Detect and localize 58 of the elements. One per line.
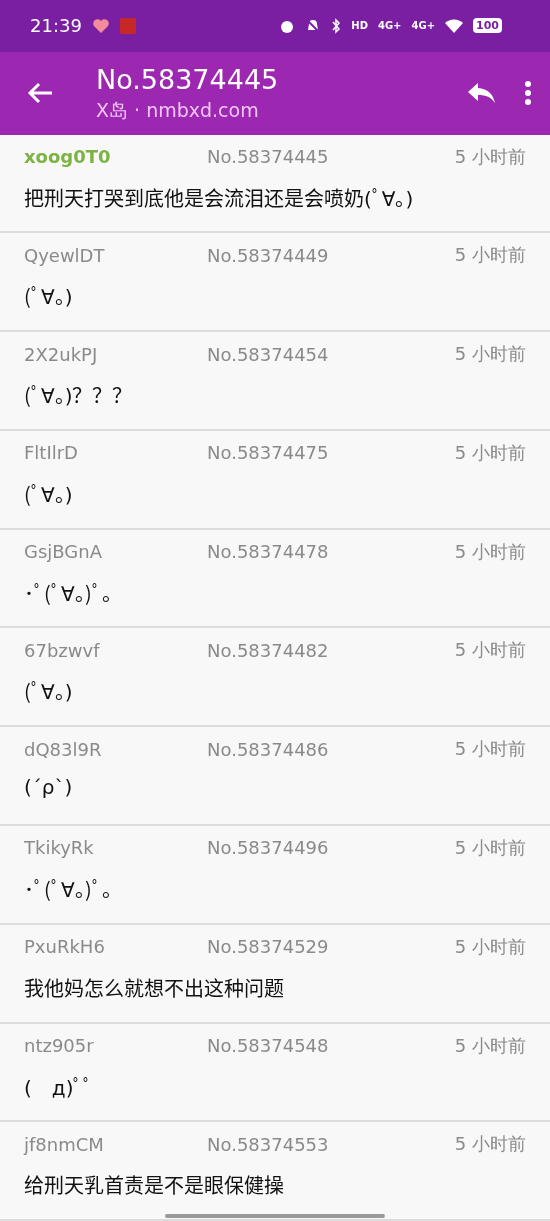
back-button[interactable] — [26, 81, 54, 106]
post-time: 5 小时前 — [454, 144, 526, 169]
post-number: No.58374449 — [207, 244, 330, 266]
post-number: No.58374445 — [207, 146, 330, 168]
post-time: 5 小时前 — [454, 638, 526, 663]
post-number: No.58374486 — [207, 738, 330, 760]
post-content: (ﾟ∀。) — [24, 679, 74, 706]
post-time: 5 小时前 — [454, 342, 526, 367]
post-content: ( д)ﾟﾟ — [24, 1074, 95, 1101]
gesture-handle[interactable] — [165, 1214, 385, 1218]
post-number: No.58374454 — [207, 343, 330, 365]
post-content: (ﾟ∀。) — [24, 284, 74, 311]
heart-icon — [91, 17, 110, 34]
post-content: ･ﾟ(ﾟ∀。)ﾟ。 — [24, 877, 123, 903]
post-content: 我他妈怎么就想不出这种问题 — [24, 975, 285, 1002]
post-number: No.58374548 — [207, 1035, 330, 1056]
post-content: ･ﾟ(ﾟ∀。)ﾟ。 — [24, 580, 123, 607]
network-label: 4G+ — [411, 20, 436, 31]
post-author: jf8nmCM — [24, 1133, 105, 1155]
site-subtitle: X岛 · nmbxd.com — [96, 98, 260, 124]
post-time: 5 小时前 — [454, 934, 526, 959]
post-time: 5 小时前 — [454, 539, 526, 564]
more-button[interactable] — [524, 80, 532, 107]
post-number: No.58374529 — [207, 936, 330, 958]
app-notification-icon — [119, 17, 136, 34]
post-author: 2X2ukPJ — [24, 343, 99, 365]
post-author: TkikyRk — [24, 837, 95, 859]
post-content: 给刑天乳首责是不是眼保健操 — [24, 1173, 285, 1200]
post-author: FltIlrD — [24, 442, 79, 464]
network-label: 4G+ — [377, 20, 402, 31]
post-number: No.58374553 — [207, 1133, 330, 1155]
post-time: 5 小时前 — [454, 737, 526, 762]
post-author: ntz905r — [24, 1035, 95, 1056]
hd-label: HD — [351, 20, 368, 31]
post-content: (ﾟ∀。)？？？ — [24, 383, 134, 410]
post-time: 5 小时前 — [454, 243, 526, 268]
post-author: 67bzwvf — [24, 639, 101, 661]
post-number: No.58374478 — [207, 541, 330, 563]
battery-level: 100 — [473, 18, 502, 34]
wifi-icon — [445, 18, 464, 33]
post-number: No.58374475 — [207, 442, 330, 464]
post-time: 5 小时前 — [454, 1033, 526, 1058]
post-author: xoog0T0 — [24, 146, 112, 168]
post-time: 5 小时前 — [454, 440, 526, 465]
post-author: QyewlDT — [24, 244, 106, 266]
post-content: (ﾟ∀。) — [24, 481, 74, 508]
bluetooth-icon — [331, 17, 342, 34]
post-number: No.58374496 — [207, 837, 330, 859]
status-time: 21:39 — [30, 15, 82, 37]
thread-title: No.58374445 — [96, 63, 280, 98]
post-author: GsjBGnA — [24, 541, 104, 563]
post-number: No.58374482 — [207, 639, 330, 661]
post-time: 5 小时前 — [454, 836, 526, 860]
post-time: 5 小时前 — [454, 1132, 526, 1157]
post-author: PxuRkH6 — [24, 936, 106, 958]
post-content: (´ρ`) — [24, 775, 74, 800]
post-content: 把刑天打哭到底他是会流泪还是会喷奶(ﾟ∀。) — [24, 185, 415, 212]
post-author: dQ83l9R — [24, 738, 103, 760]
